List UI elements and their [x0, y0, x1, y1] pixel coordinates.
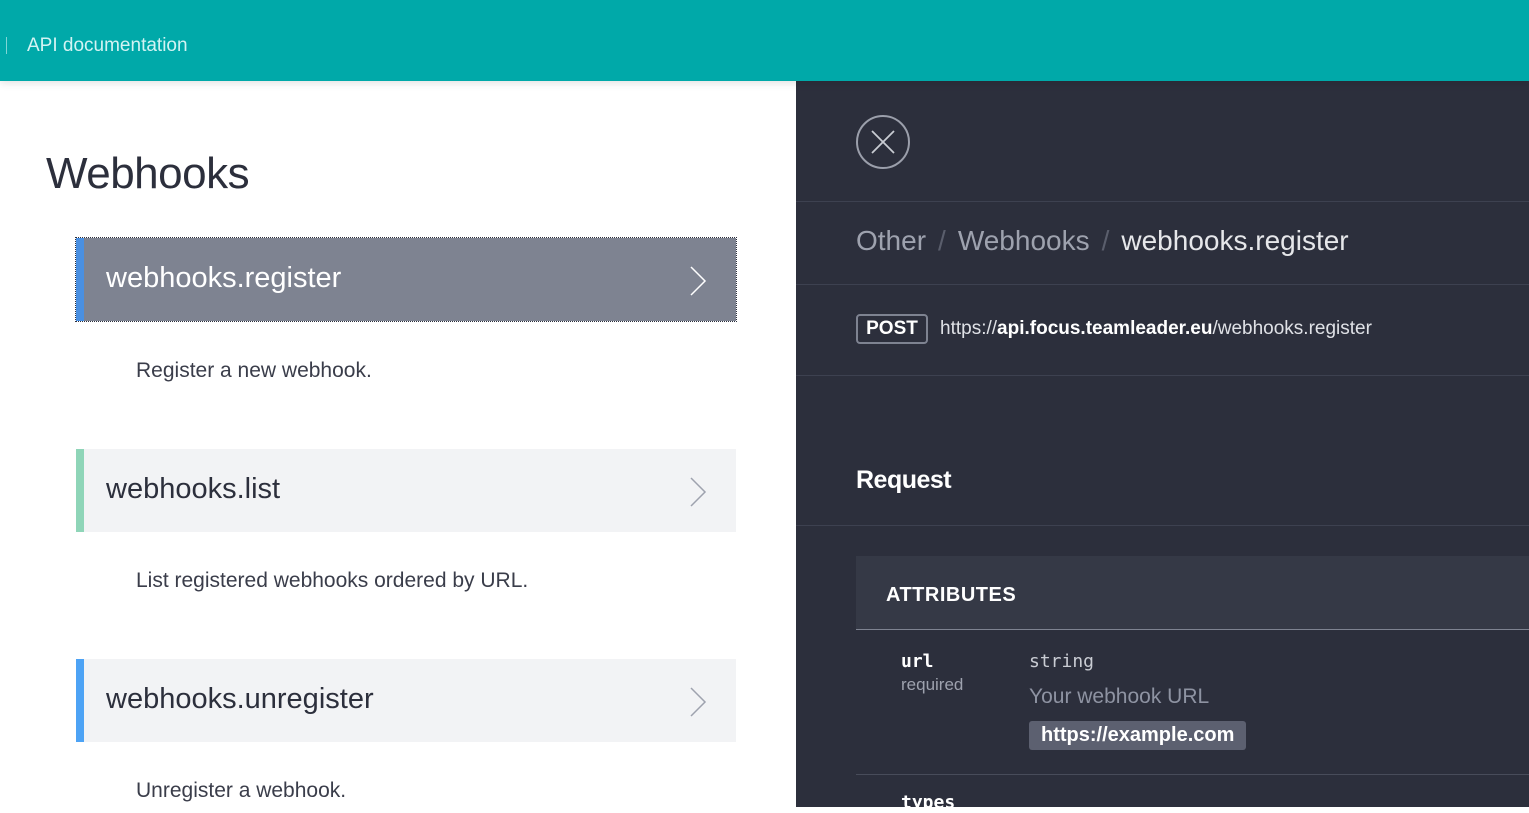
endpoint-item-webhooks-unregister[interactable]: webhooks.unregister [76, 659, 736, 742]
request-section-title: Request [856, 466, 952, 494]
attribute-name: url [901, 651, 934, 672]
header-divider [6, 37, 7, 54]
endpoint-item-webhooks-list[interactable]: webhooks.list [76, 449, 736, 532]
endpoint-accent-bar [76, 659, 84, 742]
divider [796, 201, 1529, 202]
top-bar: API documentation [0, 0, 1529, 81]
close-button[interactable] [856, 115, 910, 169]
endpoint-description: Register a new webhook. [136, 359, 372, 382]
url-path: /webhooks.register [1212, 318, 1372, 339]
breadcrumb-current: webhooks.register [1121, 225, 1349, 256]
endpoint-name: webhooks.unregister [106, 683, 374, 715]
endpoint-accent-bar [76, 238, 84, 321]
endpoint-name: webhooks.list [106, 473, 281, 505]
breadcrumb-item-other[interactable]: Other [856, 225, 926, 256]
divider [856, 774, 1529, 775]
attribute-name: types [901, 792, 956, 813]
endpoint-description: Unregister a webhook. [136, 779, 347, 802]
endpoint-item-webhooks-register[interactable]: webhooks.register [75, 237, 737, 322]
endpoint-accent-bar [76, 449, 84, 532]
url-scheme: https:// [940, 318, 998, 339]
attribute-description: Your webhook URL [1029, 685, 1210, 708]
attribute-required-label: required [901, 675, 964, 694]
endpoint-name: webhooks.register [106, 262, 342, 294]
attributes-header: ATTRIBUTES [856, 556, 1529, 630]
endpoint-list-panel: Webhooks webhooks.register Register a ne… [0, 81, 796, 807]
endpoint-url: https://api.focus.teamleader.eu/webhooks… [940, 318, 1372, 340]
page-title: Webhooks [46, 149, 250, 198]
chevron-right-icon [690, 477, 707, 507]
attributes-title: ATTRIBUTES [886, 584, 1017, 606]
divider [796, 284, 1529, 285]
chevron-right-icon [690, 687, 707, 717]
breadcrumb-separator: / [1101, 225, 1110, 256]
url-host: api.focus.teamleader.eu [997, 318, 1213, 339]
endpoint-detail-panel: Other / Webhooks / webhooks.register POST ht… [796, 81, 1529, 813]
breadcrumb: Other / Webhooks / webhooks.register [856, 225, 1349, 257]
chevron-right-icon [690, 266, 707, 296]
divider [796, 375, 1529, 376]
attribute-example: https://example.com [1029, 721, 1247, 750]
app-title[interactable]: API documentation [27, 35, 188, 57]
breadcrumb-item-webhooks[interactable]: Webhooks [958, 225, 1090, 256]
divider [796, 525, 1529, 526]
breadcrumb-separator: / [938, 225, 946, 256]
close-icon [871, 130, 895, 154]
http-method-badge: POST [856, 314, 928, 344]
attribute-type: string [1029, 651, 1095, 672]
endpoint-description: List registered webhooks ordered by URL. [136, 569, 529, 592]
